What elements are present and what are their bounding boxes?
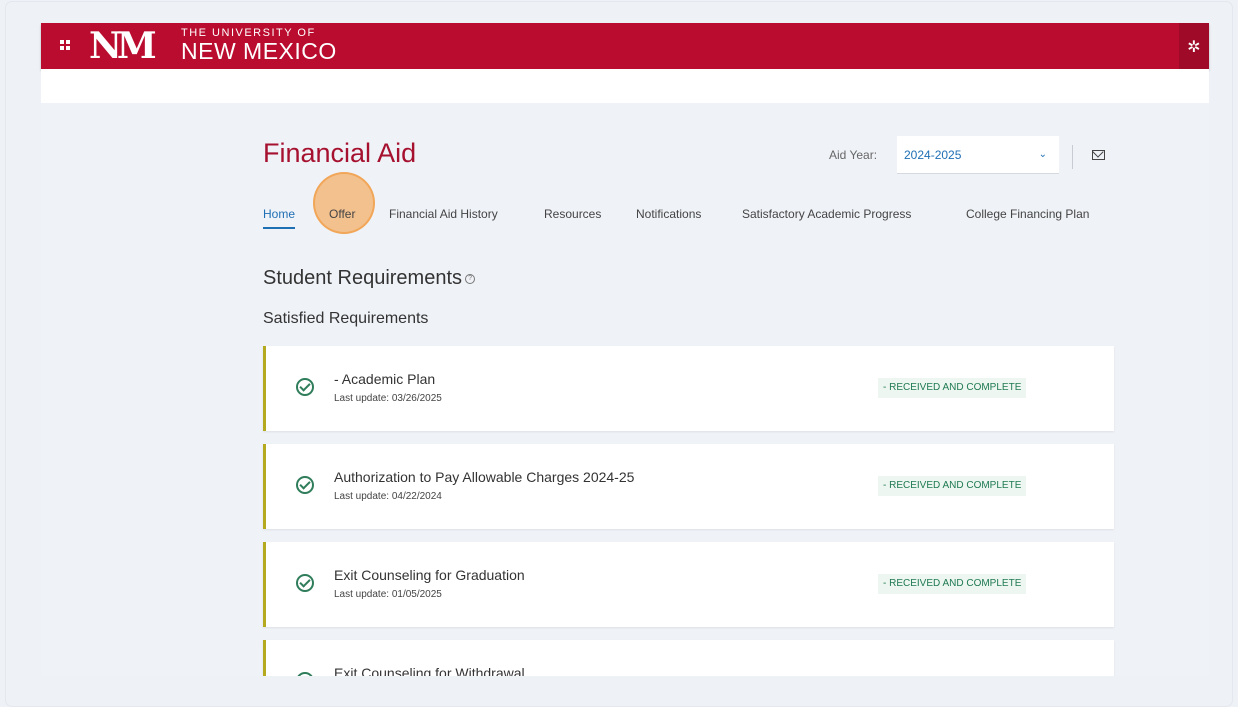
requirement-last-update: Last update: 04/22/2024 bbox=[334, 491, 442, 502]
requirement-name: Exit Counseling for Withdrawal bbox=[334, 665, 525, 676]
section-title-text: Student Requirements bbox=[263, 267, 463, 289]
requirement-last-update: Last update: 03/26/2025 bbox=[334, 393, 442, 404]
click-highlight bbox=[313, 172, 375, 234]
help-icon[interactable]: ? bbox=[465, 273, 476, 284]
top-bar: NM THE UNIVERSITY OF NEW MEXICO ✲ bbox=[41, 23, 1209, 69]
student-requirements-heading: Student Requirements? bbox=[263, 267, 476, 290]
aid-year-value: 2024-2025 bbox=[904, 147, 962, 162]
tab-offer[interactable]: Offer bbox=[329, 207, 355, 221]
main-content: Financial Aid Aid Year: 2024-2025 ⌄ Home… bbox=[41, 103, 1209, 676]
settings-button[interactable]: ✲ bbox=[1179, 23, 1209, 69]
tab-resources[interactable]: Resources bbox=[544, 207, 601, 221]
requirement-name: Exit Counseling for Graduation bbox=[334, 567, 525, 583]
check-circle-icon bbox=[296, 476, 314, 494]
check-circle-icon bbox=[296, 378, 314, 396]
status-badge: - RECEIVED AND COMPLETE bbox=[878, 574, 1027, 594]
header-divider bbox=[1072, 145, 1073, 169]
tab-notifications[interactable]: Notifications bbox=[636, 207, 701, 221]
status-badge: - RECEIVED AND COMPLETE bbox=[878, 378, 1027, 398]
check-circle-icon bbox=[296, 672, 314, 676]
requirement-name: - Academic Plan bbox=[334, 371, 436, 387]
satisfied-requirements-heading: Satisfied Requirements bbox=[263, 310, 429, 327]
check-circle-icon bbox=[296, 574, 314, 592]
requirement-card[interactable]: Exit Counseling for Withdrawal bbox=[263, 640, 1114, 676]
apps-grid-icon[interactable] bbox=[60, 40, 70, 50]
gear-icon: ✲ bbox=[1187, 36, 1201, 56]
page-title: Financial Aid bbox=[263, 138, 417, 168]
tab-home[interactable]: Home bbox=[263, 207, 296, 229]
requirement-card[interactable]: - Academic Plan Last update: 03/26/2025 … bbox=[263, 346, 1114, 431]
requirement-last-update: Last update: 01/05/2025 bbox=[334, 589, 442, 600]
chevron-down-icon: ⌄ bbox=[1038, 149, 1047, 160]
aid-year-label: Aid Year: bbox=[829, 148, 878, 162]
sub-header-bar bbox=[41, 69, 1209, 103]
tab-financial-aid-history[interactable]: Financial Aid History bbox=[389, 207, 498, 221]
tab-satisfactory-academic-progress[interactable]: Satisfactory Academic Progress bbox=[742, 207, 911, 221]
status-badge: - RECEIVED AND COMPLETE bbox=[878, 476, 1027, 496]
tab-college-financing-plan[interactable]: College Financing Plan bbox=[966, 207, 1089, 221]
logo-line-big: NEW MEXICO bbox=[181, 38, 337, 64]
requirement-name: Authorization to Pay Allowable Charges 2… bbox=[334, 469, 635, 485]
unm-logo-mark: NM bbox=[89, 25, 157, 67]
requirement-card[interactable]: Authorization to Pay Allowable Charges 2… bbox=[263, 444, 1114, 529]
requirement-card[interactable]: Exit Counseling for Graduation Last upda… bbox=[263, 542, 1114, 627]
unm-logo-text: THE UNIVERSITY OF NEW MEXICO bbox=[181, 27, 337, 63]
aid-year-select[interactable]: 2024-2025 ⌄ bbox=[897, 136, 1059, 174]
mail-icon[interactable] bbox=[1092, 150, 1105, 160]
